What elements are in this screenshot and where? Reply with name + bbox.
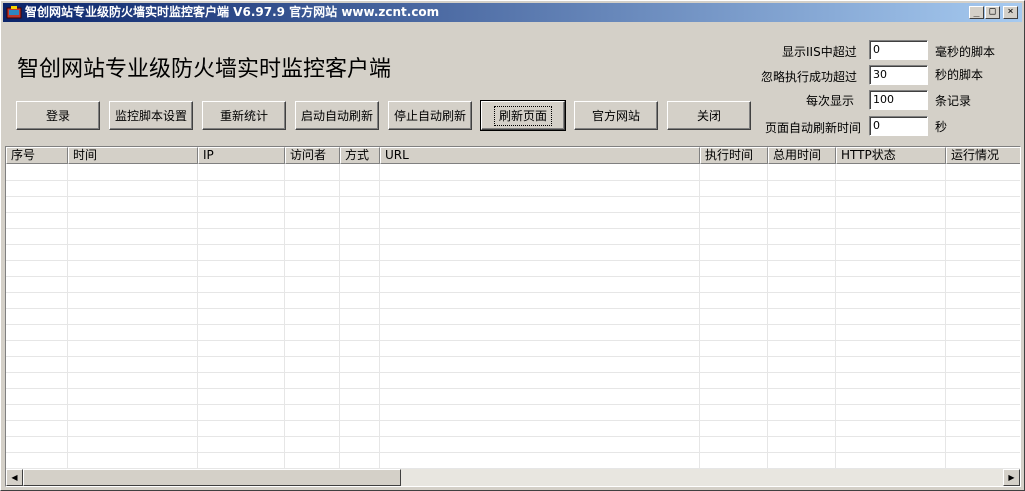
horizontal-scrollbar[interactable]: ◀ ▶ — [6, 469, 1020, 486]
refresh-interval-unit: 秒 — [935, 120, 948, 134]
scroll-left-icon[interactable]: ◀ — [6, 469, 23, 486]
refresh-interval-label: 页面自动刷新时间 — [765, 121, 862, 135]
page-title: 智创网站专业级防火墙实时监控客户端 — [17, 57, 392, 82]
close-button[interactable]: 关闭 — [667, 101, 751, 130]
scroll-thumb[interactable] — [23, 469, 401, 486]
monitor-settings-button[interactable]: 监控脚本设置 — [109, 101, 193, 130]
main-window: 智创网站专业级防火墙实时监控客户端 V6.97.9 官方网站 www.zcnt.… — [0, 0, 1025, 491]
column-header-index[interactable]: 序号 — [6, 147, 68, 164]
refresh-page-label: 刷新页面 — [493, 105, 552, 126]
per-display-input[interactable]: 100 — [869, 90, 928, 110]
refresh-interval-input[interactable]: 0 — [869, 116, 928, 136]
start-auto-refresh-button[interactable]: 启动自动刷新 — [295, 101, 379, 130]
minimize-button[interactable]: _ — [969, 6, 984, 19]
column-header-time[interactable]: 时间 — [68, 147, 198, 164]
iis-threshold-unit: 毫秒的脚本 — [935, 45, 996, 59]
column-header-run-status[interactable]: 运行情况 — [946, 147, 1020, 164]
column-header-ip[interactable]: IP — [198, 147, 285, 164]
stop-auto-refresh-button[interactable]: 停止自动刷新 — [388, 101, 472, 130]
iis-threshold-label: 显示IIS中超过 — [782, 45, 857, 59]
iis-threshold-input[interactable]: 0 — [869, 40, 928, 60]
per-display-label: 每次显示 — [806, 94, 855, 108]
column-header-url[interactable]: URL — [380, 147, 700, 164]
recount-button[interactable]: 重新统计 — [202, 101, 286, 130]
refresh-page-button[interactable]: 刷新页面 — [480, 100, 566, 131]
table-header: 序号 时间 IP 访问者 方式 URL 执行时间 总用时间 HTTP状态 运行情… — [6, 147, 1020, 164]
official-site-button[interactable]: 官方网站 — [574, 101, 658, 130]
ignore-success-label: 忽略执行成功超过 — [761, 70, 858, 84]
login-button[interactable]: 登录 — [16, 101, 100, 130]
per-display-unit: 条记录 — [935, 94, 972, 108]
window-title: 智创网站专业级防火墙实时监控客户端 V6.97.9 官方网站 www.zcnt.… — [25, 5, 440, 19]
close-window-button[interactable]: × — [1003, 6, 1018, 19]
column-header-http-status[interactable]: HTTP状态 — [836, 147, 946, 164]
table-body[interactable] — [6, 164, 1021, 470]
column-header-method[interactable]: 方式 — [340, 147, 380, 164]
log-table[interactable]: 序号 时间 IP 访问者 方式 URL 执行时间 总用时间 HTTP状态 运行情… — [5, 146, 1021, 487]
ignore-success-input[interactable]: 30 — [869, 65, 928, 85]
column-header-exec-time[interactable]: 执行时间 — [700, 147, 768, 164]
column-header-visitor[interactable]: 访问者 — [285, 147, 340, 164]
maximize-button[interactable]: □ — [985, 6, 1000, 19]
title-bar[interactable]: 智创网站专业级防火墙实时监控客户端 V6.97.9 官方网站 www.zcnt.… — [3, 3, 1022, 22]
ignore-success-unit: 秒的脚本 — [935, 68, 984, 82]
app-icon — [6, 6, 22, 19]
scroll-right-icon[interactable]: ▶ — [1003, 469, 1020, 486]
column-header-total-time[interactable]: 总用时间 — [768, 147, 836, 164]
